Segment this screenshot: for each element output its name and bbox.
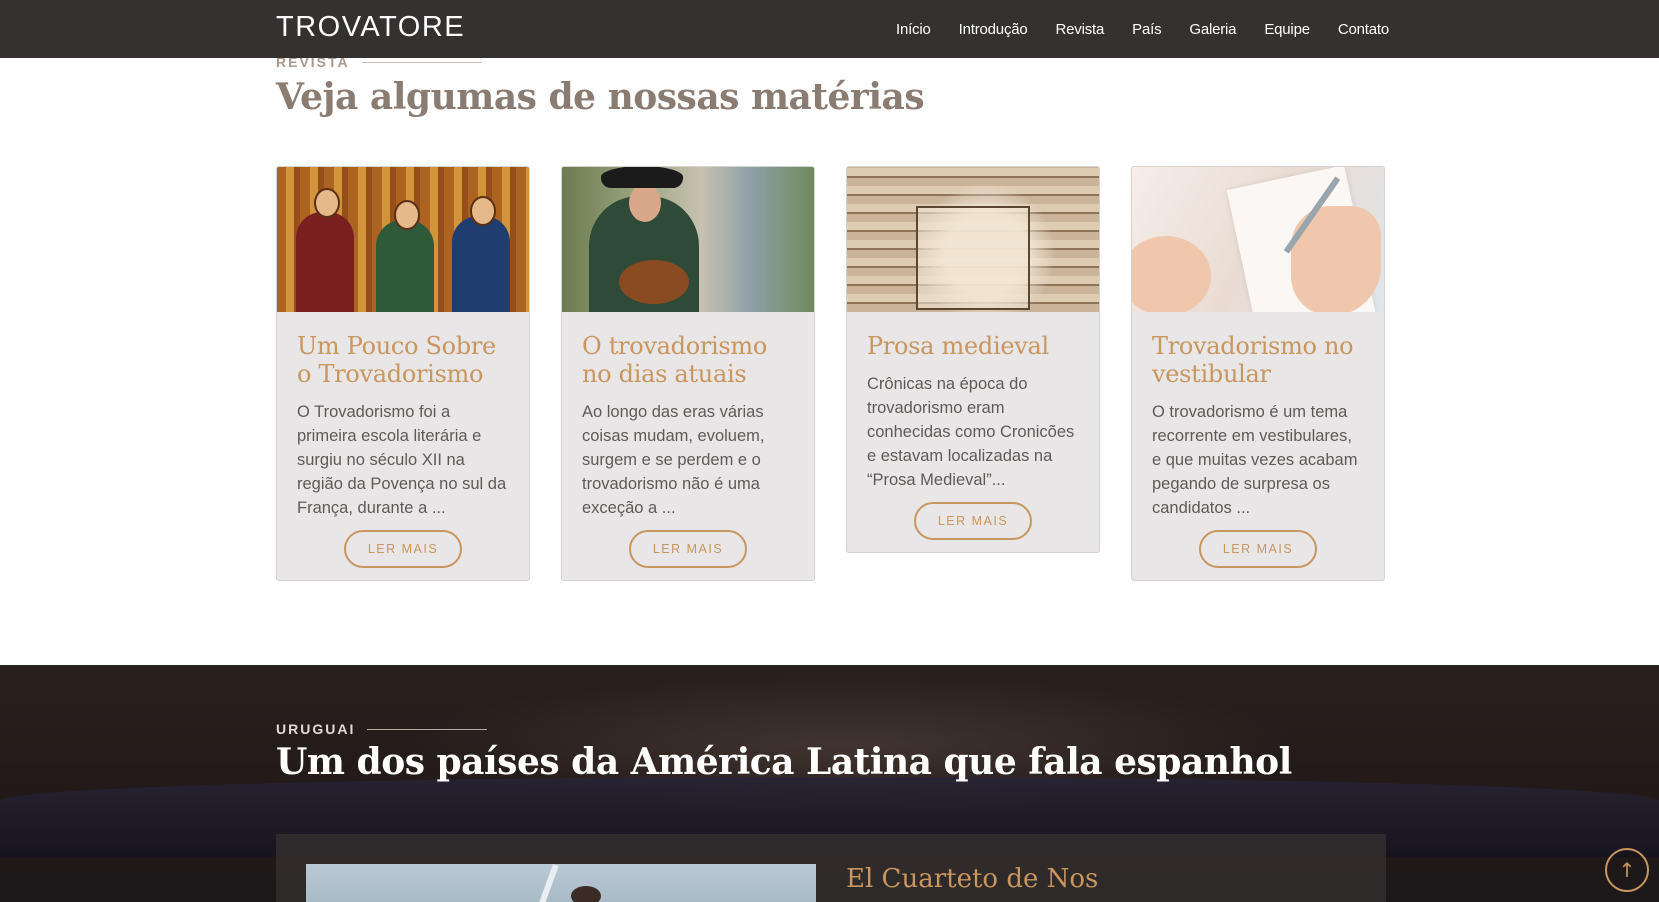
brand-logo[interactable]: TROVATORE (276, 11, 465, 44)
section-title: Veja algumas de nossas matérias (276, 76, 925, 118)
card-excerpt: O Trovadorismo foi a primeira escola lit… (297, 403, 507, 517)
nav-link-equipe[interactable]: Equipe (1264, 21, 1310, 38)
nav-link-inicio[interactable]: Início (896, 21, 931, 38)
card-title[interactable]: Um Pouco Sobre o Trovadorismo (297, 332, 509, 388)
uruguai-section: URUGUAI Um dos países da América Latina … (0, 665, 1659, 902)
read-more-button[interactable]: LER MAIS (629, 530, 747, 568)
article-card: O trovadorismo no dias atuais Ao longo d… (561, 166, 815, 581)
read-more-button[interactable]: LER MAIS (1199, 530, 1317, 568)
eyebrow-divider (367, 728, 488, 730)
card-image-street-musician (562, 167, 814, 312)
nav-link-contato[interactable]: Contato (1338, 21, 1389, 38)
nav-link-galeria[interactable]: Galeria (1189, 21, 1236, 38)
card-title[interactable]: Prosa medieval (867, 332, 1079, 360)
nav-link-revista[interactable]: Revista (1056, 21, 1105, 38)
feature-title: El Cuarteto de Nos (846, 864, 1099, 894)
section-eyebrow: URUGUAI (276, 721, 488, 737)
band-photo (306, 864, 816, 902)
card-image-writing-hand (1132, 167, 1384, 312)
section-title: Um dos países da América Latina que fala… (276, 741, 1292, 783)
card-title[interactable]: Trovadorismo no vestibular (1152, 332, 1364, 388)
card-image-scribe (847, 167, 1099, 312)
read-more-button[interactable]: LER MAIS (344, 530, 462, 568)
arrow-up-icon: ↑ (1618, 858, 1636, 882)
card-image-troubadours (277, 167, 529, 312)
card-excerpt: Crônicas na época do trovadorismo eram c… (867, 375, 1075, 489)
scroll-to-top-button[interactable]: ↑ (1605, 848, 1649, 892)
feature-box: El Cuarteto de Nos (276, 834, 1386, 902)
read-more-button[interactable]: LER MAIS (914, 502, 1032, 540)
nav-link-introducao[interactable]: Introdução (959, 21, 1028, 38)
nav-link-pais[interactable]: País (1132, 21, 1161, 38)
card-title[interactable]: O trovadorismo no dias atuais (582, 332, 794, 388)
card-excerpt: O trovadorismo é um tema recorrente em v… (1152, 403, 1358, 517)
article-card: Um Pouco Sobre o Trovadorismo O Trovador… (276, 166, 530, 581)
navbar: TROVATORE Início Introdução Revista País… (0, 0, 1659, 58)
eyebrow-label: URUGUAI (276, 721, 356, 737)
article-card: Trovadorismo no vestibular O trovadorism… (1131, 166, 1385, 581)
article-card: Prosa medieval Crônicas na época do trov… (846, 166, 1100, 553)
card-excerpt: Ao longo das eras várias coisas mudam, e… (582, 403, 765, 517)
main-nav: Início Introdução Revista País Galeria E… (868, 0, 1389, 58)
article-cards: Um Pouco Sobre o Trovadorismo O Trovador… (276, 166, 1386, 581)
eyebrow-divider (361, 61, 482, 63)
